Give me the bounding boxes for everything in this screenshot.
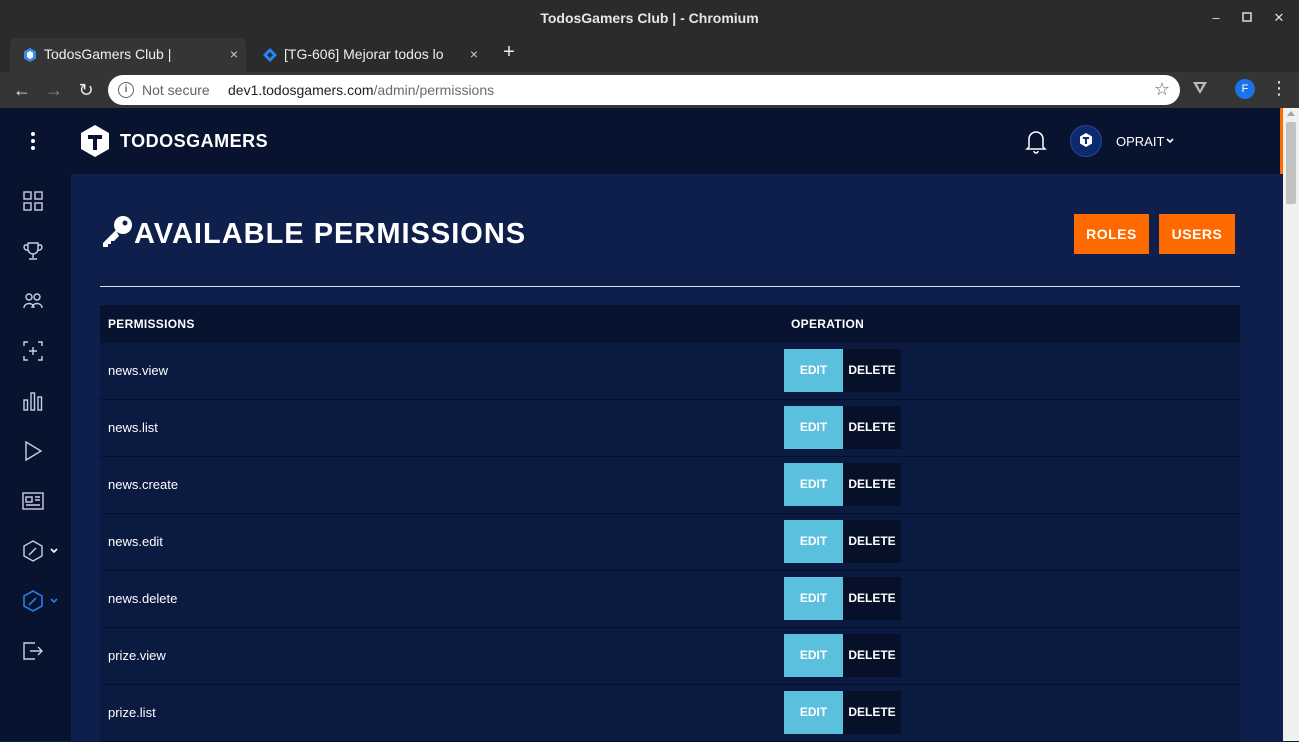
key-icon <box>103 216 132 247</box>
add-frame-icon[interactable] <box>22 340 44 362</box>
url-path: /admin/permissions <box>373 82 495 98</box>
user-avatar[interactable] <box>1070 125 1102 157</box>
trophy-icon[interactable] <box>22 240 44 262</box>
admin-tools-icon[interactable] <box>22 540 44 562</box>
window-titlebar: TodosGamers Club | - Chromium – ✕ <box>0 0 1299 36</box>
page-scrollbar[interactable] <box>1283 108 1299 741</box>
table-row: prize.view EDIT DELETE <box>100 628 1240 685</box>
username-label[interactable]: OPRAIT <box>1116 134 1164 149</box>
todosgamers-logo-icon[interactable] <box>80 124 110 158</box>
permission-name: news.delete <box>108 591 178 606</box>
edit-button[interactable]: EDIT <box>784 520 843 563</box>
delete-button[interactable]: DELETE <box>843 349 901 392</box>
tab-jira[interactable]: [TG-606] Mejorar todos lo × <box>250 38 486 72</box>
url-text[interactable]: dev1.todosgamers.com/admin/permissions <box>228 82 494 98</box>
chevron-down-icon[interactable] <box>1165 136 1175 146</box>
new-tab-button[interactable]: + <box>499 41 519 64</box>
header-operation: OPERATION <box>791 317 865 331</box>
users-button[interactable]: USERS <box>1159 214 1235 254</box>
page-title: AVAILABLE PERMISSIONS <box>134 218 527 250</box>
close-window-icon[interactable]: ✕ <box>1270 9 1288 27</box>
sidebar <box>0 108 71 741</box>
scroll-up-arrow-icon[interactable] <box>1287 111 1295 116</box>
tab-todosgamers[interactable]: TodosGamers Club | × <box>10 38 246 72</box>
minimize-icon[interactable]: – <box>1207 9 1225 27</box>
notifications-bell-icon[interactable] <box>1024 128 1048 154</box>
chevron-down-icon[interactable] <box>49 596 59 606</box>
edit-button[interactable]: EDIT <box>784 634 843 677</box>
browser-menu-icon[interactable]: ⋮ <box>1270 78 1288 99</box>
tab-close-icon[interactable]: × <box>230 38 238 70</box>
tab-label: TodosGamers Club | <box>44 46 172 62</box>
menu-dots-icon[interactable] <box>22 130 44 152</box>
bookmark-star-icon[interactable]: ☆ <box>1154 79 1170 100</box>
delete-button[interactable]: DELETE <box>843 406 901 449</box>
tab-label: [TG-606] Mejorar todos lo <box>284 46 444 62</box>
header-permissions: PERMISSIONS <box>108 317 195 331</box>
edit-button[interactable]: EDIT <box>784 577 843 620</box>
info-icon[interactable]: i <box>118 82 134 98</box>
dashboard-grid-icon[interactable] <box>22 190 44 212</box>
table-row: news.delete EDIT DELETE <box>100 571 1240 628</box>
window-title: TodosGamers Club | - Chromium <box>540 10 759 26</box>
scrollbar-thumb[interactable] <box>1286 122 1296 204</box>
jira-favicon-icon <box>263 48 277 62</box>
url-host: dev1.todosgamers.com <box>228 82 374 98</box>
edit-button[interactable]: EDIT <box>784 349 843 392</box>
logout-icon[interactable] <box>22 640 44 662</box>
delete-button[interactable]: DELETE <box>843 691 901 734</box>
delete-button[interactable]: DELETE <box>843 577 901 620</box>
admin-permissions-icon[interactable] <box>22 590 44 612</box>
delete-button[interactable]: DELETE <box>843 634 901 677</box>
security-label: Not secure <box>142 82 210 98</box>
maximize-icon[interactable] <box>1238 9 1256 27</box>
brand-name[interactable]: TODOSGAMERS <box>120 131 268 152</box>
table-row: news.create EDIT DELETE <box>100 457 1240 514</box>
stats-chart-icon[interactable] <box>22 390 44 412</box>
top-navbar: TODOSGAMERS OPRAIT <box>71 108 1299 174</box>
divider <box>100 286 1240 287</box>
chevron-down-icon[interactable] <box>49 546 59 556</box>
delete-button[interactable]: DELETE <box>843 463 901 506</box>
edit-button[interactable]: EDIT <box>784 463 843 506</box>
permission-name: prize.view <box>108 648 166 663</box>
forward-icon[interactable]: → <box>42 78 66 102</box>
app-root: TODOSGAMERS OPRAIT AVAILABLE PERMISSIONS… <box>0 108 1299 742</box>
permission-name: news.create <box>108 477 179 492</box>
profile-avatar[interactable]: F <box>1235 79 1255 99</box>
permission-name: news.list <box>108 420 158 435</box>
edit-button[interactable]: EDIT <box>784 406 843 449</box>
permissions-table: PERMISSIONS OPERATION news.view EDIT DEL… <box>100 305 1240 742</box>
tab-strip: TodosGamers Club | × [TG-606] Mejorar to… <box>0 36 1299 72</box>
table-row: news.edit EDIT DELETE <box>100 514 1240 571</box>
permission-name: news.edit <box>108 534 163 549</box>
edit-button[interactable]: EDIT <box>784 691 843 734</box>
back-icon[interactable]: ← <box>10 78 34 102</box>
todosgamers-favicon-icon <box>24 48 36 62</box>
table-row: prize.list EDIT DELETE <box>100 685 1240 742</box>
table-row: news.view EDIT DELETE <box>100 343 1240 400</box>
community-icon[interactable] <box>22 290 44 312</box>
play-icon[interactable] <box>22 440 44 462</box>
permission-name: news.view <box>108 363 168 378</box>
table-header: PERMISSIONS OPERATION <box>100 305 1240 343</box>
avatar-logo-icon <box>1080 133 1092 147</box>
permission-name: prize.list <box>108 705 156 720</box>
address-bar[interactable]: i Not secure dev1.todosgamers.com/admin/… <box>108 75 1180 105</box>
browser-toolbar: ← → ↻ i Not secure dev1.todosgamers.com/… <box>0 72 1299 108</box>
news-icon[interactable] <box>22 490 44 512</box>
reload-icon[interactable]: ↻ <box>74 78 98 102</box>
extension-icon[interactable] <box>1192 80 1208 96</box>
delete-button[interactable]: DELETE <box>843 520 901 563</box>
tab-close-icon[interactable]: × <box>470 38 478 70</box>
roles-button[interactable]: ROLES <box>1074 214 1149 254</box>
table-row: news.list EDIT DELETE <box>100 400 1240 457</box>
